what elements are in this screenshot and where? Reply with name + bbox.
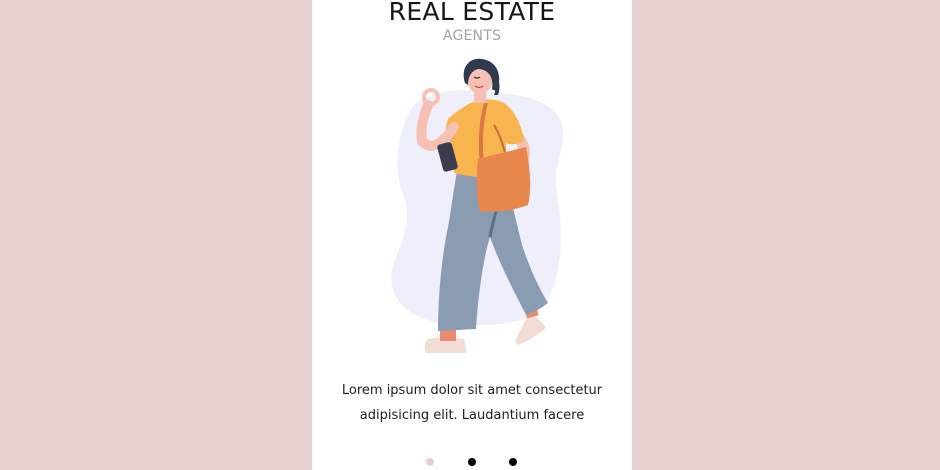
onboarding-card: REAL ESTATE AGENTS Lorem ipsum dolor sit… bbox=[312, 0, 632, 470]
woman-walking-illustration bbox=[391, 58, 564, 353]
screen-title: REAL ESTATE bbox=[388, 0, 556, 26]
description-line-2: adipisicing elit. Laudantium facere bbox=[359, 408, 585, 423]
pagination-dot-3[interactable] bbox=[509, 458, 517, 466]
pagination-dot-2[interactable] bbox=[468, 458, 476, 466]
screen-subtitle: AGENTS bbox=[442, 28, 502, 44]
pagination-dots bbox=[312, 458, 632, 468]
pagination-dot-1[interactable] bbox=[426, 458, 434, 466]
description-line-1: Lorem ipsum dolor sit amet consectetur bbox=[341, 383, 603, 398]
onboarding-description: Lorem ipsum dolor sit amet consectetur a… bbox=[312, 378, 632, 428]
